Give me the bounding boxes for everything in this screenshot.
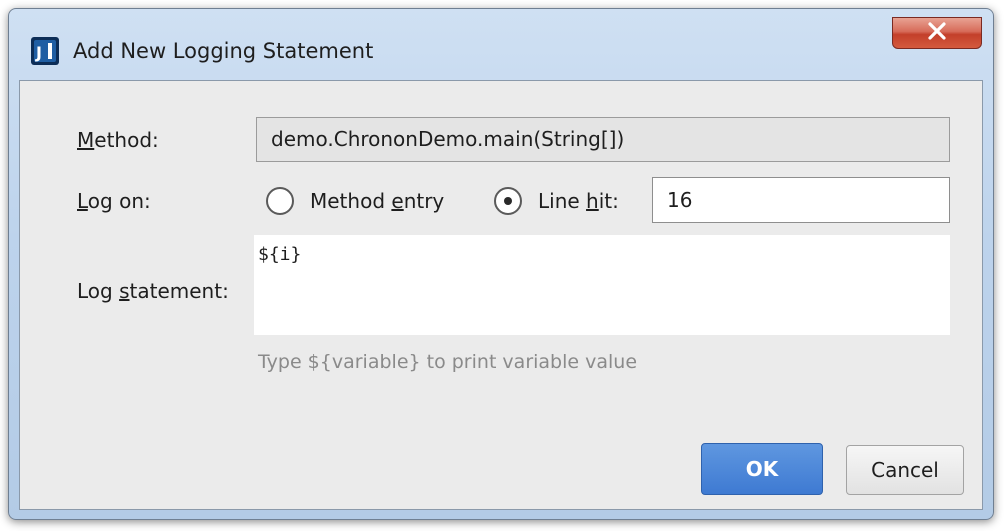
intellij-idea-icon: J — [31, 37, 59, 65]
log-statement-label: Log statement: — [77, 279, 229, 303]
log-statement-input[interactable]: ${i} — [254, 235, 950, 335]
svg-text:J: J — [35, 43, 42, 62]
line-hit-radio[interactable] — [494, 187, 522, 215]
line-hit-input[interactable] — [652, 177, 950, 223]
close-x-icon — [926, 22, 948, 44]
close-button[interactable] — [892, 17, 982, 49]
variable-hint-text: Type ${variable} to print variable value — [258, 351, 638, 373]
method-entry-label[interactable]: Method entry — [310, 189, 444, 213]
cancel-button[interactable]: Cancel — [846, 445, 964, 495]
dialog-content: Method: demo.ChrononDemo.main(String[]) … — [19, 80, 983, 510]
title-bar[interactable]: J Add New Logging Statement — [9, 9, 993, 75]
ok-button[interactable]: OK — [701, 443, 823, 495]
method-field: demo.ChrononDemo.main(String[]) — [256, 117, 950, 162]
method-label: Method: — [77, 128, 159, 152]
dialog-window: J Add New Logging Statement Method: demo… — [8, 8, 994, 520]
method-entry-radio[interactable] — [266, 187, 294, 215]
window-title: Add New Logging Statement — [73, 39, 374, 63]
log-on-label: Log on: — [77, 189, 151, 213]
line-hit-label[interactable]: Line hit: — [538, 189, 619, 213]
